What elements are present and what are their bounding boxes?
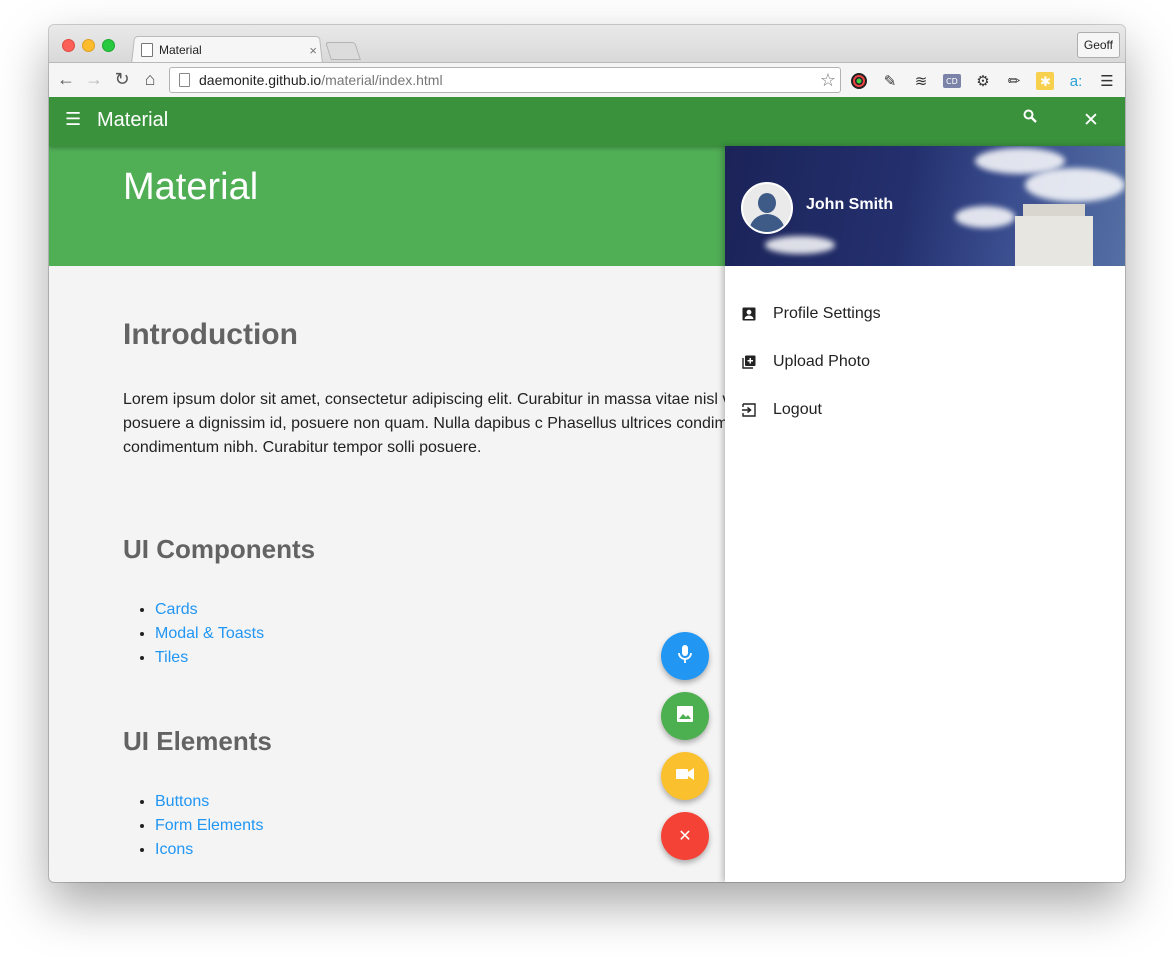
- browser-tab-content[interactable]: Material ×: [139, 39, 319, 61]
- drawer-item-profile-settings[interactable]: Profile Settings: [725, 290, 1125, 338]
- chrome-menu-icon[interactable]: ☰: [1097, 71, 1117, 91]
- mic-fab-button[interactable]: [661, 632, 709, 680]
- modal-toasts-link[interactable]: Modal & Toasts: [155, 625, 264, 642]
- page-icon: [141, 43, 153, 57]
- account-box-icon: [725, 307, 773, 321]
- address-bar[interactable]: daemonite.github.io /material/index.html…: [169, 67, 841, 93]
- mic-icon: [678, 644, 692, 669]
- exit-icon: [725, 403, 773, 417]
- cloud-decoration: [1025, 168, 1125, 202]
- ui-components-heading: UI Components: [123, 534, 316, 564]
- hero-title: Material: [123, 166, 259, 208]
- browser-window: Material × Geoff ← → ↻ ⌂ daemonite.githu…: [49, 25, 1125, 882]
- tab-close-icon[interactable]: ×: [309, 43, 319, 58]
- url-host: daemonite.github.io: [199, 72, 322, 88]
- browser-toolbar: ← → ↻ ⌂ daemonite.github.io /material/in…: [49, 62, 1125, 99]
- cards-link[interactable]: Cards: [155, 601, 198, 618]
- evernote-extension-icon[interactable]: ✎: [880, 71, 900, 91]
- window-close-button[interactable]: [62, 39, 75, 52]
- drawer-item-logout[interactable]: Logout: [725, 386, 1125, 434]
- list-item: Form Elements: [155, 814, 263, 838]
- list-item: Modal & Toasts: [155, 622, 264, 646]
- search-icon[interactable]: [1023, 109, 1037, 128]
- home-icon[interactable]: ⌂: [140, 69, 160, 90]
- image-icon: [676, 705, 694, 728]
- reload-icon[interactable]: ↻: [112, 69, 132, 90]
- form-elements-link[interactable]: Form Elements: [155, 817, 263, 834]
- clock-tower-image: [1015, 216, 1093, 266]
- app-title[interactable]: Material: [97, 109, 168, 132]
- drawer-item-label: Profile Settings: [773, 305, 881, 322]
- drawer-item-label: Logout: [773, 401, 822, 418]
- page-icon: [179, 73, 190, 87]
- tiles-link[interactable]: Tiles: [155, 649, 188, 666]
- new-tab-button[interactable]: [325, 42, 361, 60]
- list-item: Icons: [155, 838, 263, 862]
- introduction-heading: Introduction: [123, 318, 298, 351]
- tab-strip: Material × Geoff: [49, 25, 1125, 64]
- window-zoom-button[interactable]: [102, 39, 115, 52]
- list-item: Tiles: [155, 646, 264, 670]
- avatar[interactable]: [741, 182, 793, 234]
- drawer-item-label: Upload Photo: [773, 353, 870, 370]
- cloud-decoration: [955, 206, 1015, 228]
- settings-gear-icon[interactable]: ⚙: [973, 71, 993, 91]
- list-item: Buttons: [155, 790, 263, 814]
- window-minimize-button[interactable]: [82, 39, 95, 52]
- close-fab-button[interactable]: ✕: [661, 812, 709, 860]
- layers-extension-icon[interactable]: ≋: [911, 71, 931, 91]
- cd-extension-icon[interactable]: CD: [942, 71, 962, 91]
- user-name[interactable]: John Smith: [806, 196, 893, 214]
- navigation-drawer: John Smith Profile Settings Upload Photo…: [725, 146, 1125, 882]
- videocam-icon: [675, 767, 695, 786]
- close-icon: ✕: [678, 828, 692, 845]
- drawer-header: John Smith: [725, 146, 1125, 266]
- sticky-note-extension-icon[interactable]: ✱: [1035, 71, 1055, 91]
- buttons-link[interactable]: Buttons: [155, 793, 209, 810]
- app-bar: ☰ Material ✕: [49, 97, 1125, 146]
- list-item: Cards: [155, 598, 264, 622]
- ui-elements-list: Buttons Form Elements Icons: [123, 790, 263, 862]
- color-picker-extension-icon[interactable]: [849, 71, 869, 91]
- image-fab-button[interactable]: [661, 692, 709, 740]
- bookmark-star-icon[interactable]: ☆: [820, 70, 836, 91]
- hamburger-menu-icon[interactable]: ☰: [65, 109, 81, 130]
- profile-button[interactable]: Geoff: [1076, 32, 1120, 58]
- ui-elements-heading: UI Elements: [123, 726, 272, 756]
- ui-components-list: Cards Modal & Toasts Tiles: [123, 598, 264, 670]
- svg-text:✱: ✱: [1040, 74, 1051, 89]
- ampersand-extension-icon[interactable]: a:: [1066, 71, 1086, 91]
- close-icon[interactable]: ✕: [1083, 109, 1099, 132]
- tab-title: Material: [159, 43, 202, 57]
- back-arrow-icon[interactable]: ←: [56, 69, 76, 90]
- forward-arrow-icon[interactable]: →: [84, 69, 104, 90]
- web-page: ☰ Material ✕ Material Introduction Lorem…: [49, 97, 1125, 882]
- icons-link[interactable]: Icons: [155, 841, 193, 858]
- drawer-item-upload-photo[interactable]: Upload Photo: [725, 338, 1125, 386]
- svg-text:CD: CD: [946, 77, 958, 86]
- pencil-extension-icon[interactable]: ✏: [1004, 71, 1024, 91]
- url-path: /material/index.html: [321, 72, 443, 88]
- add-photo-icon: [725, 355, 773, 369]
- cloud-decoration: [765, 236, 835, 254]
- video-fab-button[interactable]: [661, 752, 709, 800]
